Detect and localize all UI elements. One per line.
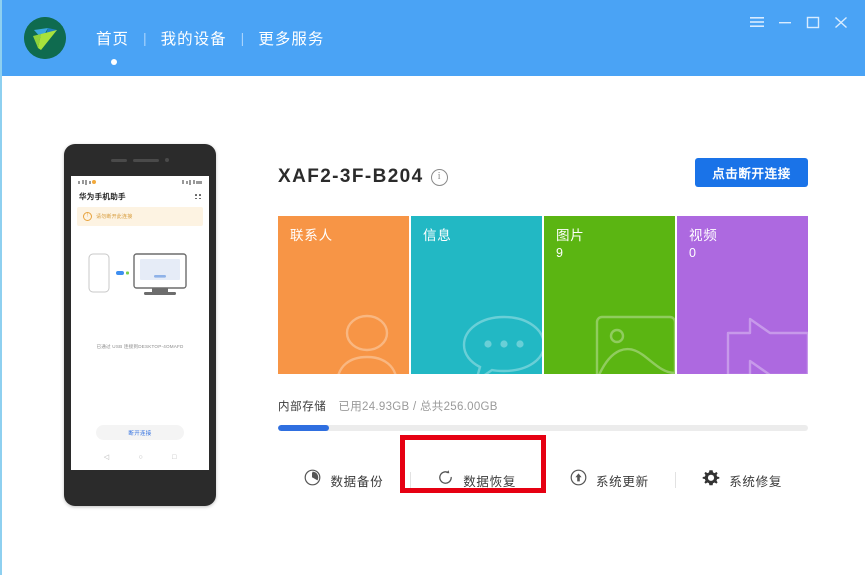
tile-contacts-label: 联系人 (290, 228, 333, 243)
phone-nav-home-icon[interactable]: ○ (138, 454, 142, 461)
storage-text-row: 内部存储 已用24.93GB / 总共256.00GB (278, 398, 808, 414)
action-data-restore[interactable]: 数据恢复 (411, 460, 543, 500)
phone-app-title: 华为手机助手 (79, 192, 126, 201)
tile-videos-count: 0 (689, 246, 697, 260)
phone-status-right (182, 179, 202, 185)
phone-screen: 华为手机助手 ! 请勿断开此连接 已通过 USB 连接到DESKTOP-4OMA… (71, 176, 209, 470)
action-data-backup[interactable]: 数据备份 (278, 460, 410, 500)
backup-clock-icon (304, 469, 321, 491)
action-data-restore-label: 数据恢复 (463, 474, 517, 489)
phone-nav-bar: ◁ ○ □ (71, 449, 209, 465)
tile-contacts[interactable]: 联系人 (278, 216, 409, 374)
phone-sensor (133, 158, 159, 162)
category-tiles: 联系人 信息 图片 9 视频 0 (278, 216, 808, 374)
application-window: 首页 | 我的设备 | 更多服务 华为手机助手 ! 请勿断开此连接 已通过 US… (0, 0, 865, 575)
tile-messages[interactable]: 信息 (411, 216, 542, 374)
gear-icon (702, 469, 720, 492)
nav-active-dot (111, 59, 117, 65)
action-system-update-label: 系统更新 (595, 474, 649, 489)
action-system-update[interactable]: 系统更新 (544, 460, 676, 500)
tile-pictures[interactable]: 图片 9 (544, 216, 675, 374)
storage-progress-fill (278, 425, 330, 431)
menu-button[interactable] (743, 10, 771, 34)
tile-videos-label: 视频 (689, 228, 718, 243)
tile-pictures-label: 图片 (556, 228, 585, 243)
action-system-repair[interactable]: 系统修复 (676, 460, 808, 500)
storage-title: 内部存储 (278, 401, 327, 413)
phone-disconnect-button[interactable]: 断开连接 (96, 425, 184, 440)
phone-nav-recent-icon[interactable]: □ (172, 454, 176, 461)
phone-status-left (78, 179, 96, 185)
tile-messages-label: 信息 (423, 228, 452, 243)
phone-speaker (111, 158, 127, 162)
nav-item-more-services-label: 更多服务 (258, 31, 325, 48)
tile-pictures-count: 9 (556, 246, 564, 260)
minimize-button[interactable] (771, 10, 799, 34)
phone-camera (165, 158, 169, 162)
restore-arrow-icon (437, 469, 454, 491)
nav-item-my-device[interactable]: 我的设备 (147, 27, 241, 49)
phone-chin (71, 470, 209, 500)
phone-connection-status: 已通过 USB 连接到DESKTOP-4OMAFD (96, 344, 184, 349)
main-navigation: 首页 | 我的设备 | 更多服务 (82, 27, 338, 65)
contact-icon (331, 311, 409, 374)
phone-earpiece (64, 144, 216, 176)
phone-nav-back-icon[interactable]: ◁ (104, 454, 109, 461)
phone-notice-banner: ! 请勿断开此连接 (77, 207, 203, 226)
title-bar: 首页 | 我的设备 | 更多服务 (2, 0, 865, 76)
storage-progress-track (278, 425, 808, 431)
warning-icon: ! (83, 212, 92, 221)
info-icon[interactable]: i (430, 168, 448, 186)
close-button[interactable] (827, 10, 855, 34)
action-bar: 数据备份 数据恢复 系统更新 系统修复 (278, 435, 808, 500)
nav-item-home[interactable]: 首页 (82, 27, 143, 65)
window-controls (743, 10, 855, 34)
phone-notice-text: 请勿断开此连接 (96, 214, 133, 220)
message-icon (458, 311, 542, 374)
tile-videos[interactable]: 视频 0 (677, 216, 808, 374)
disconnect-button[interactable]: 点击断开连接 (695, 158, 808, 187)
action-data-backup-label: 数据备份 (330, 474, 384, 489)
phone-more-icon[interactable] (195, 193, 201, 200)
system-update-icon (570, 469, 587, 491)
nav-item-my-device-label: 我的设备 (160, 31, 227, 48)
huawei-hisuite-logo (24, 17, 66, 59)
storage-section: 内部存储 已用24.93GB / 总共256.00GB (278, 398, 808, 431)
phone-status-bar (71, 176, 209, 188)
phone-app-header: 华为手机助手 (71, 188, 209, 207)
main-body: 华为手机助手 ! 请勿断开此连接 已通过 USB 连接到DESKTOP-4OMA… (2, 76, 865, 573)
storage-detail: 已用24.93GB / 总共256.00GB (338, 401, 498, 413)
nav-item-more-services[interactable]: 更多服务 (244, 27, 338, 49)
action-system-repair-label: 系统修复 (729, 474, 783, 489)
device-name: XAF2-3F-B204 (278, 166, 424, 187)
phone-preview: 华为手机助手 ! 请勿断开此连接 已通过 USB 连接到DESKTOP-4OMA… (64, 144, 216, 506)
nav-item-home-label: 首页 (96, 31, 130, 48)
video-icon (724, 311, 808, 374)
picture-icon (593, 311, 675, 374)
connection-illustration (71, 248, 209, 300)
maximize-button[interactable] (799, 10, 827, 34)
